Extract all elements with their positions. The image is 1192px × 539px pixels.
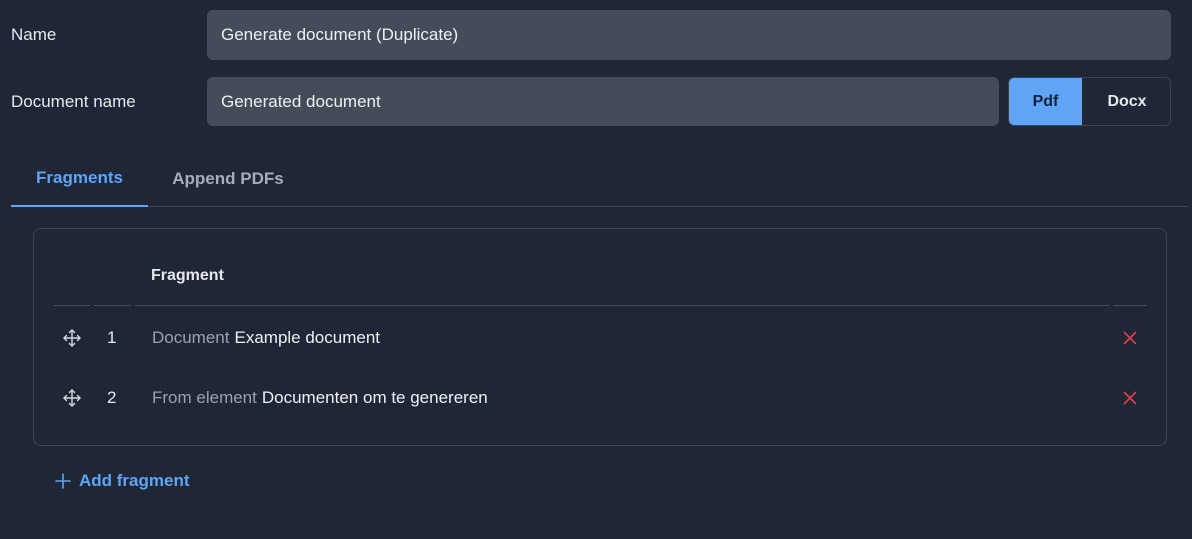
format-toggle: Pdf Docx [1008, 77, 1171, 126]
header-divider [94, 305, 131, 306]
format-docx-button[interactable]: Docx [1082, 78, 1170, 125]
move-arrows-icon[interactable] [62, 328, 82, 348]
tab-fragments[interactable]: Fragments [11, 150, 148, 207]
document-name-label: Document name [11, 92, 136, 111]
format-pdf-button[interactable]: Pdf [1009, 78, 1082, 125]
header-divider [135, 305, 1109, 306]
name-input-value: Generate document (Duplicate) [221, 25, 459, 44]
fragment-type: Document [152, 328, 230, 347]
fragment-index: 2 [107, 388, 117, 407]
add-fragment-button[interactable]: Add fragment [55, 468, 190, 494]
name-label: Name [11, 25, 57, 44]
move-arrows-icon[interactable] [62, 388, 82, 408]
document-name-input[interactable]: Generated document [207, 77, 999, 126]
fragment-type: From element [152, 388, 257, 407]
table-row: 1 Document Example document [34, 318, 1168, 358]
close-icon[interactable] [1120, 388, 1140, 408]
close-icon[interactable] [1120, 328, 1140, 348]
tab-append-pdfs[interactable]: Append PDFs [148, 150, 308, 207]
fragments-panel: Fragment 1 Document Example document 2 F… [33, 228, 1167, 446]
name-input[interactable]: Generate document (Duplicate) [207, 10, 1171, 60]
fragment-value: Documenten om te genereren [261, 388, 488, 407]
tab-bar: Fragments Append PDFs [11, 150, 1188, 207]
table-row: 2 From element Documenten om te genereren [34, 378, 1168, 418]
fragment-column-header: Fragment [151, 267, 224, 284]
header-divider [54, 305, 90, 306]
generate-document-form: Name Generate document (Duplicate) Docum… [0, 0, 1192, 539]
add-fragment-label: Add fragment [79, 471, 190, 490]
document-name-input-value: Generated document [221, 91, 381, 111]
header-divider [1113, 305, 1147, 306]
plus-icon [55, 473, 71, 489]
fragment-description: From element Documenten om te genereren [152, 388, 488, 408]
fragment-description: Document Example document [152, 328, 380, 348]
fragment-value: Example document [234, 328, 381, 347]
fragment-index: 1 [107, 328, 117, 347]
